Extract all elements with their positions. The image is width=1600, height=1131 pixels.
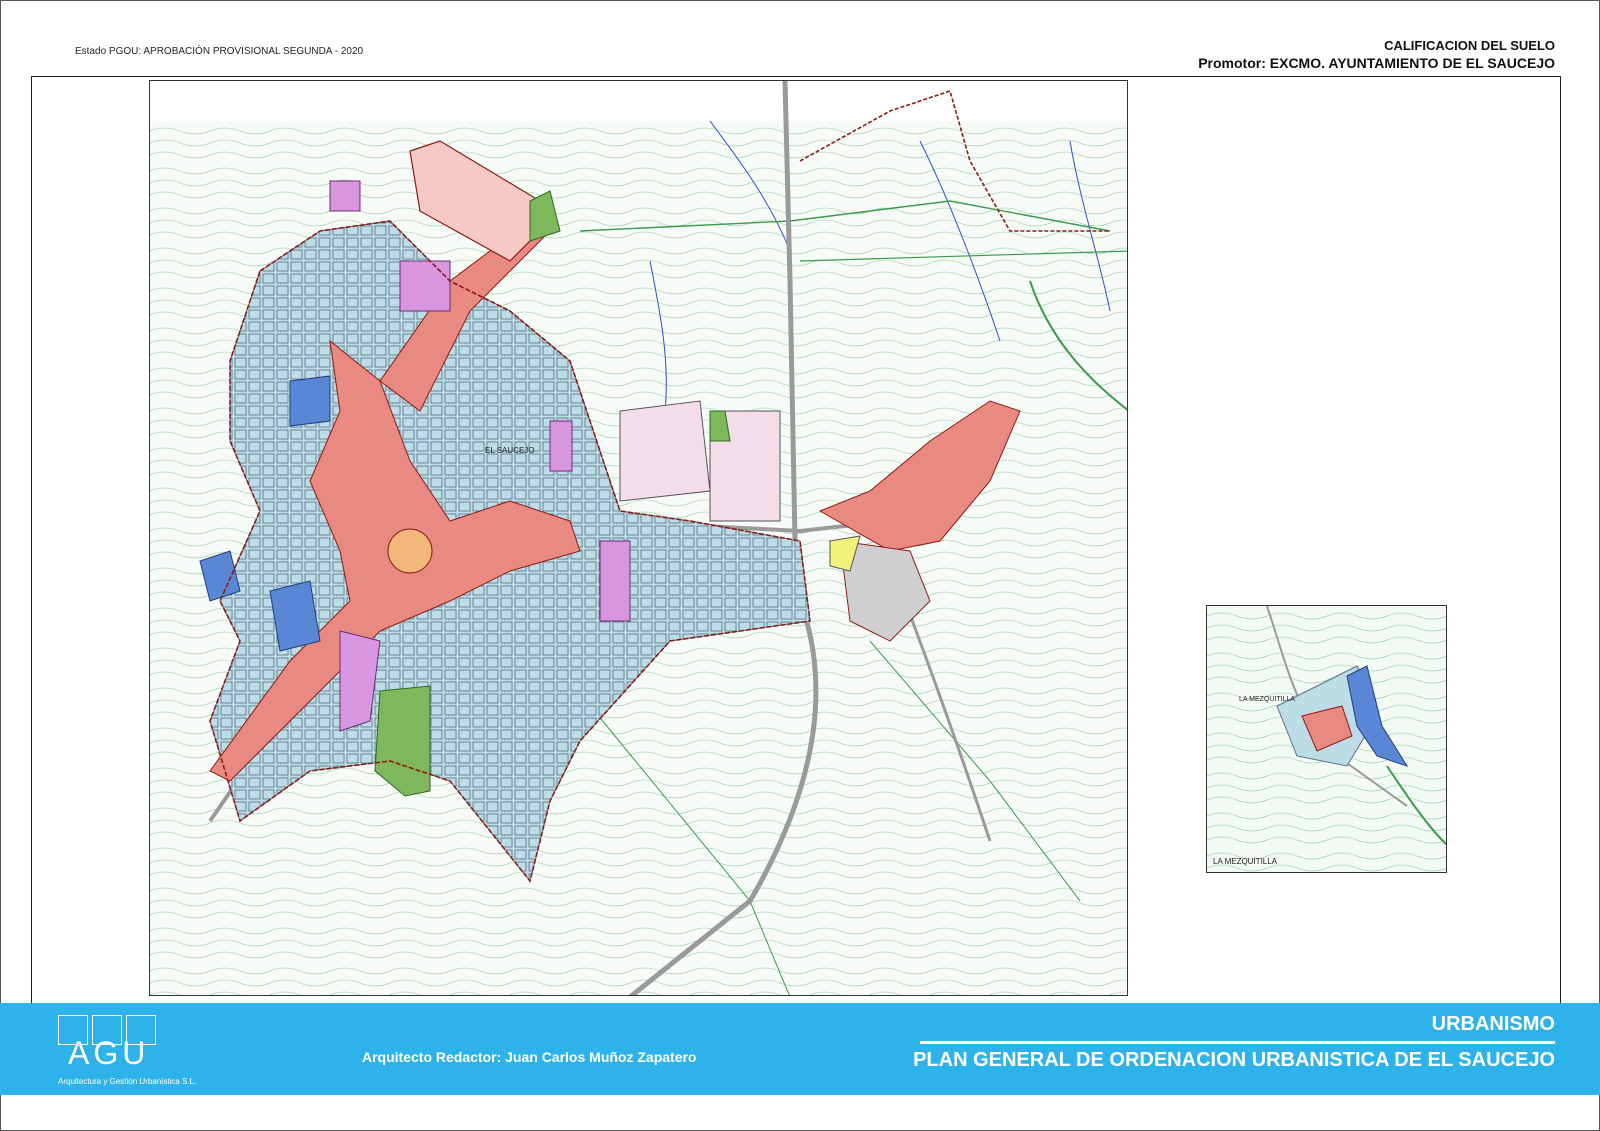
title-block: CALIFICACION DEL SUELO Promotor: EXCMO. … xyxy=(1198,37,1555,72)
department-label: URBANISMO xyxy=(1431,1013,1555,1035)
main-map-canvas: EL SAUCEJO xyxy=(150,81,1127,995)
inset-map[interactable]: LA MEZQUITILLA LA MEZQUITILLA xyxy=(1206,605,1447,873)
main-map[interactable]: EL SAUCEJO xyxy=(149,80,1128,996)
equipment-zone xyxy=(599,540,631,622)
equipment-zone xyxy=(549,420,573,472)
town-label: EL SAUCEJO xyxy=(485,446,535,455)
footer-rule xyxy=(920,1041,1555,1044)
promoter: Promotor: EXCMO. AYUNTAMIENTO DE EL SAUC… xyxy=(1198,55,1555,71)
plan-title: PLAN GENERAL DE ORDENACION URBANISTICA D… xyxy=(913,1049,1555,1071)
logo-subtitle: Arquitectura y Gestión Urbanística S.L. xyxy=(58,1077,197,1086)
industrial-zone xyxy=(619,400,711,502)
footer-bar: AGU Arquitectura y Gestión Urbanística S… xyxy=(0,1003,1600,1095)
sheet-title: CALIFICACION DEL SUELO xyxy=(1384,38,1555,53)
inset-village-label: LA MEZQUITILLA xyxy=(1239,696,1295,703)
plan-status: Estado PGOU: APROBACIÓN PROVISIONAL SEGU… xyxy=(75,46,364,57)
logo-text: AGU xyxy=(68,1035,150,1071)
equipment-zone xyxy=(399,260,451,312)
plaza xyxy=(387,528,433,574)
inset-map-canvas: LA MEZQUITILLA LA MEZQUITILLA xyxy=(1207,606,1446,872)
equipment-zone xyxy=(329,180,361,212)
architect-credit: Arquitecto Redactor: Juan Carlos Muñoz Z… xyxy=(362,1049,697,1065)
dense-residential xyxy=(289,375,331,427)
agu-logo: AGU Arquitectura y Gestión Urbanística S… xyxy=(58,1015,208,1093)
inset-caption: LA MEZQUITILLA xyxy=(1213,857,1278,866)
